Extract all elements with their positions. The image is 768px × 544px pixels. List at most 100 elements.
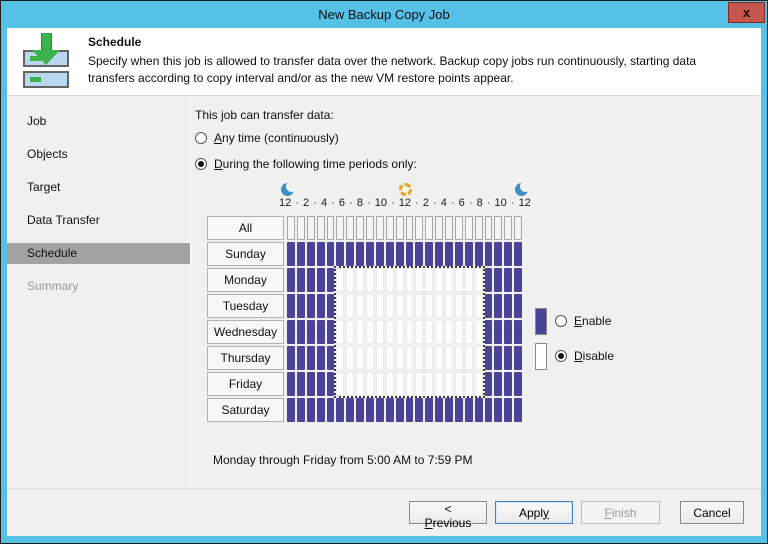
- time-cell[interactable]: [455, 372, 463, 396]
- time-cell[interactable]: [386, 398, 394, 422]
- hour-tick-cell[interactable]: [425, 216, 433, 240]
- sidebar-item-objects[interactable]: Objects: [7, 144, 190, 165]
- time-cell[interactable]: [465, 372, 473, 396]
- time-cell[interactable]: [485, 398, 493, 422]
- time-cell[interactable]: [287, 398, 295, 422]
- time-cell[interactable]: [504, 268, 512, 292]
- time-cell[interactable]: [307, 346, 315, 370]
- time-cell[interactable]: [386, 294, 394, 318]
- time-cell[interactable]: [327, 398, 335, 422]
- time-cell[interactable]: [307, 372, 315, 396]
- hour-tick-cell[interactable]: [327, 216, 335, 240]
- time-cell[interactable]: [327, 242, 335, 266]
- time-cell[interactable]: [455, 320, 463, 344]
- time-cell[interactable]: [366, 294, 374, 318]
- time-cell[interactable]: [327, 372, 335, 396]
- time-cell[interactable]: [435, 372, 443, 396]
- time-cell[interactable]: [425, 372, 433, 396]
- time-cell[interactable]: [297, 372, 305, 396]
- time-cell[interactable]: [317, 320, 325, 344]
- time-cell[interactable]: [396, 320, 404, 344]
- time-cell[interactable]: [415, 294, 423, 318]
- time-cell[interactable]: [396, 268, 404, 292]
- time-cell[interactable]: [415, 372, 423, 396]
- time-cell[interactable]: [445, 242, 453, 266]
- time-cell[interactable]: [356, 320, 364, 344]
- time-cell[interactable]: [366, 398, 374, 422]
- time-cell[interactable]: [445, 372, 453, 396]
- time-cell[interactable]: [406, 320, 414, 344]
- time-cell[interactable]: [307, 398, 315, 422]
- time-cell[interactable]: [465, 294, 473, 318]
- time-cell[interactable]: [297, 346, 305, 370]
- time-cell[interactable]: [406, 398, 414, 422]
- time-cell[interactable]: [366, 268, 374, 292]
- time-cell[interactable]: [406, 372, 414, 396]
- time-cell[interactable]: [317, 372, 325, 396]
- time-cell[interactable]: [514, 346, 522, 370]
- time-cell[interactable]: [386, 242, 394, 266]
- hour-tick-cell[interactable]: [356, 216, 364, 240]
- time-cell[interactable]: [514, 268, 522, 292]
- time-cell[interactable]: [406, 268, 414, 292]
- time-cell[interactable]: [386, 268, 394, 292]
- time-cell[interactable]: [425, 346, 433, 370]
- time-cell[interactable]: [445, 268, 453, 292]
- time-cell[interactable]: [287, 320, 295, 344]
- time-cell[interactable]: [455, 242, 463, 266]
- hour-tick-cell[interactable]: [317, 216, 325, 240]
- transfer-option-anytime[interactable]: Any time (continuously): [195, 131, 761, 145]
- time-cell[interactable]: [336, 346, 344, 370]
- time-cell[interactable]: [327, 294, 335, 318]
- time-cell[interactable]: [287, 294, 295, 318]
- time-cell[interactable]: [396, 294, 404, 318]
- time-cell[interactable]: [327, 346, 335, 370]
- time-cell[interactable]: [455, 346, 463, 370]
- time-cell[interactable]: [307, 242, 315, 266]
- time-cell[interactable]: [287, 372, 295, 396]
- hour-tick-cell[interactable]: [485, 216, 493, 240]
- time-cell[interactable]: [435, 268, 443, 292]
- radio-button[interactable]: [195, 132, 207, 144]
- time-cell[interactable]: [494, 320, 502, 344]
- time-cell[interactable]: [297, 242, 305, 266]
- time-cell[interactable]: [475, 268, 483, 292]
- radio-button[interactable]: [555, 315, 567, 327]
- hour-tick-cell[interactable]: [514, 216, 522, 240]
- time-cell[interactable]: [415, 398, 423, 422]
- time-cell[interactable]: [307, 320, 315, 344]
- time-cell[interactable]: [494, 346, 502, 370]
- hour-tick-cell[interactable]: [475, 216, 483, 240]
- time-cell[interactable]: [317, 398, 325, 422]
- time-cell[interactable]: [425, 320, 433, 344]
- time-cell[interactable]: [346, 294, 354, 318]
- sidebar-item-summary[interactable]: Summary: [7, 276, 190, 297]
- time-cell[interactable]: [386, 346, 394, 370]
- time-cell[interactable]: [465, 320, 473, 344]
- transfer-option-periods[interactable]: During the following time periods only:: [195, 157, 761, 171]
- time-cell[interactable]: [356, 294, 364, 318]
- time-cell[interactable]: [485, 268, 493, 292]
- time-cell[interactable]: [475, 242, 483, 266]
- time-cell[interactable]: [386, 320, 394, 344]
- time-cell[interactable]: [475, 294, 483, 318]
- time-cell[interactable]: [435, 320, 443, 344]
- time-cell[interactable]: [485, 294, 493, 318]
- time-cell[interactable]: [455, 294, 463, 318]
- sidebar-item-job[interactable]: Job: [7, 111, 190, 132]
- time-cell[interactable]: [494, 398, 502, 422]
- time-cell[interactable]: [336, 242, 344, 266]
- time-cell[interactable]: [346, 398, 354, 422]
- time-cell[interactable]: [307, 268, 315, 292]
- time-cell[interactable]: [465, 242, 473, 266]
- time-cell[interactable]: [435, 242, 443, 266]
- time-cell[interactable]: [475, 346, 483, 370]
- time-cell[interactable]: [396, 372, 404, 396]
- time-cell[interactable]: [346, 372, 354, 396]
- time-cell[interactable]: [445, 398, 453, 422]
- time-cell[interactable]: [366, 320, 374, 344]
- time-cell[interactable]: [336, 372, 344, 396]
- time-cell[interactable]: [376, 294, 384, 318]
- radio-button[interactable]: [195, 158, 207, 170]
- time-cell[interactable]: [406, 346, 414, 370]
